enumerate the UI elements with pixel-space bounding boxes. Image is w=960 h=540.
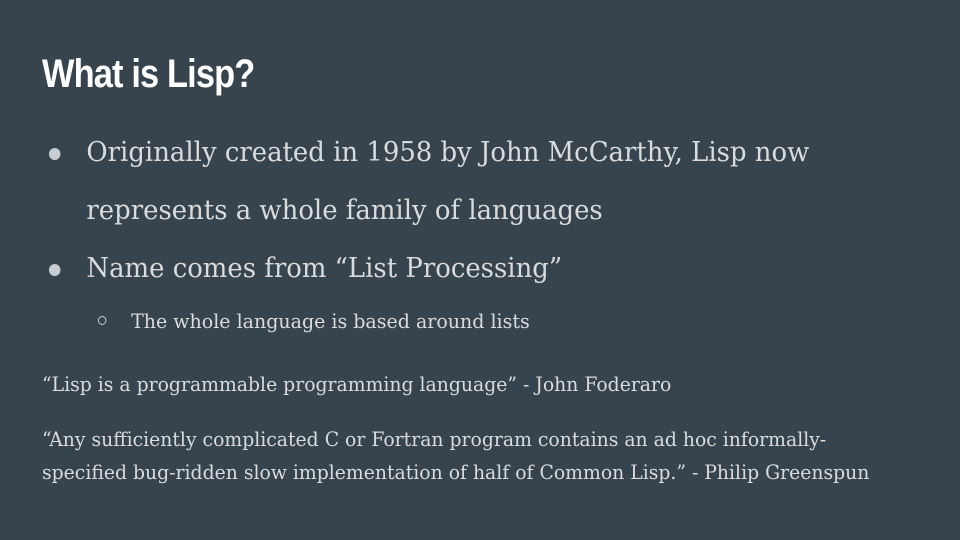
slide: What is Lisp? Originally created in 1958… (0, 0, 960, 540)
bullet-dot-icon (48, 264, 61, 276)
bullet-text: Name comes from “List Processing” (86, 253, 563, 284)
bullet-ring-icon (97, 316, 107, 325)
slide-title: What is Lisp? (42, 52, 255, 96)
bullet-item: Originally created in 1958 by John McCar… (0, 124, 854, 240)
bullet-dot-icon (48, 148, 61, 160)
bullet-list: Originally created in 1958 by John McCar… (0, 124, 960, 341)
sub-bullet-item: The whole language is based around lists (0, 301, 912, 341)
bullet-text: Originally created in 1958 by John McCar… (86, 137, 810, 226)
quote-foderaro: “Lisp is a programmable programming lang… (42, 372, 672, 396)
bullet-item: Name comes from “List Processing” (0, 240, 854, 298)
quote-greenspun: “Any sufficiently complicated C or Fortr… (42, 427, 870, 484)
sub-bullet-text: The whole language is based around lists (131, 309, 530, 333)
